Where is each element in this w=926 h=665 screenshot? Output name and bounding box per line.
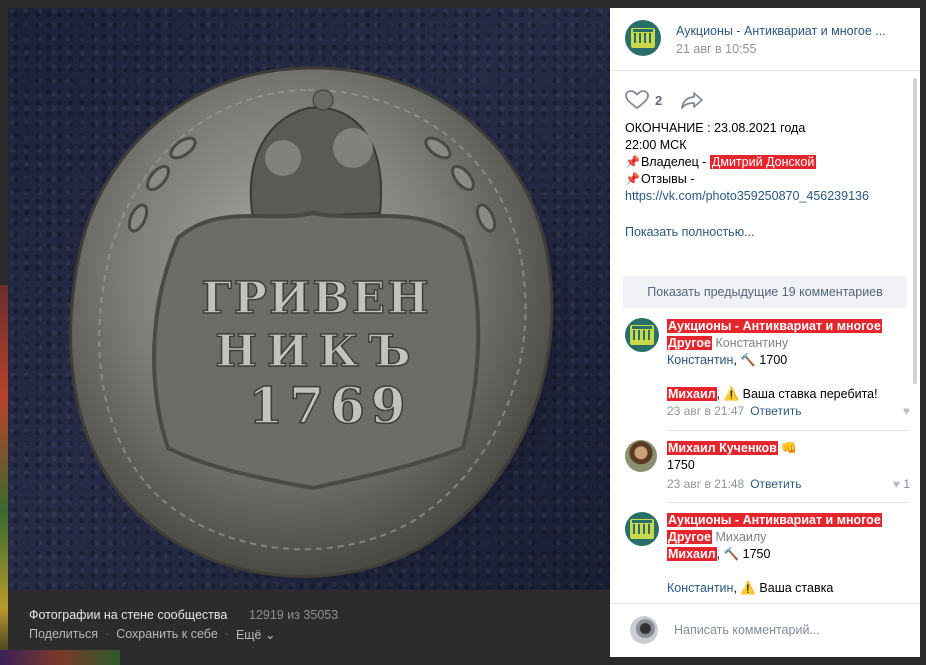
separator-dot: · <box>105 627 110 641</box>
more-label: Ещё <box>235 628 262 642</box>
comment-text: , 🔨 1750 <box>716 547 771 561</box>
photo-viewer: ГРИВЕН НИКЪ 1769 Фотографии на стене соо… <box>0 0 926 665</box>
post-line: ОКОНЧАНИЕ : 23.08.2021 года <box>625 121 806 135</box>
reviews-link[interactable]: https://vk.com/photo359250870_456239136 <box>625 188 910 205</box>
owner-name-link[interactable]: Дмитрий Донской <box>709 155 817 169</box>
reply-to[interactable]: Константину <box>712 336 788 350</box>
post-date[interactable]: 21 авг в 10:55 <box>676 42 756 56</box>
comment-text: , ⚠️ Ваша ставка <box>733 581 834 595</box>
comment-author[interactable]: Аукционы - Антиквариат и многое <box>667 319 882 333</box>
like-indicator[interactable]: ♥ 1 <box>893 477 910 491</box>
owner-line: 📌Владелец - Дмитрий Донской <box>625 154 910 171</box>
post-panel: Аукционы - Антиквариат и многое ... 21 а… <box>610 8 920 657</box>
photo-area[interactable]: ГРИВЕН НИКЪ 1769 <box>8 8 610 590</box>
coin-text-line2: НИКЪ <box>215 326 420 377</box>
heart-icon[interactable]: ♥ <box>903 404 910 418</box>
comment-meta: 23 авг в 21:48 Ответить <box>667 476 910 493</box>
mention-link[interactable]: Константин <box>667 581 733 595</box>
commenter-avatar[interactable] <box>625 318 659 352</box>
chevron-down-icon: ⌄ <box>265 628 276 642</box>
reply-button[interactable]: Ответить <box>750 404 801 418</box>
comment-composer: Написать комментарий... <box>610 603 920 657</box>
comment-author-cont[interactable]: Другое <box>667 530 712 544</box>
mention-link[interactable]: Константин <box>667 353 733 367</box>
owner-label: Владелец - <box>640 155 710 169</box>
divider <box>667 430 910 431</box>
group-avatar[interactable] <box>625 20 661 56</box>
comment-body: Михаил, ⚠️ Ваша ставка перебита! 23 авг … <box>667 386 910 420</box>
share-button[interactable]: Поделиться <box>29 627 98 642</box>
photo-counter: 12919 из 35053 <box>249 608 339 622</box>
show-previous-comments-button[interactable]: Показать предыдущие 19 комментариев <box>623 276 907 308</box>
heart-icon[interactable] <box>625 90 649 110</box>
save-button[interactable]: Сохранить к себе <box>116 627 218 642</box>
mention-link[interactable]: Михаил <box>667 547 717 561</box>
show-full-link[interactable]: Показать полностью... <box>625 225 755 239</box>
comment-body: Аукционы - Антиквариат и многое Другое М… <box>667 512 910 563</box>
coin-text-line3: 1769 <box>248 376 411 435</box>
fist-emoji: 👊 <box>777 441 797 455</box>
like-count: 2 <box>655 92 663 108</box>
share-icon[interactable] <box>680 90 704 110</box>
post-text: ОКОНЧАНИЕ : 23.08.2021 года 22:00 МСК 📌В… <box>625 120 910 205</box>
comment: Михаил, ⚠️ Ваша ставка перебита! 23 авг … <box>625 386 910 422</box>
comment-date[interactable]: 23 авг в 21:48 <box>667 477 744 491</box>
comment: Аукционы - Антиквариат и многое Другое К… <box>625 318 910 378</box>
user-avatar[interactable] <box>630 616 658 644</box>
comment-body: Михаил Кученков 👊 1750 23 авг в 21:48 Отв… <box>667 440 910 493</box>
pushpin-icon: 📌 <box>625 172 640 186</box>
heart-icon: ♥ <box>892 477 900 491</box>
comment-text: , ⚠️ Ваша ставка перебита! <box>716 387 878 401</box>
comment-meta: 23 авг в 21:47 Ответить <box>667 403 910 420</box>
commenter-avatar[interactable] <box>625 440 657 472</box>
comment-date[interactable]: 23 авг в 21:47 <box>667 404 744 418</box>
separator-dot: · <box>224 627 229 641</box>
reviews-label: Отзывы - <box>640 172 695 186</box>
comment-author[interactable]: Михаил Кученков <box>667 441 778 455</box>
coin-text-line1: ГРИВЕН <box>201 273 430 324</box>
comment: Михаил Кученков 👊 1750 23 авг в 21:48 Отв… <box>625 440 910 492</box>
comment: Константин, ⚠️ Ваша ставка <box>625 580 910 600</box>
comment-body: Константин, ⚠️ Ваша ставка <box>667 580 910 597</box>
comment-author[interactable]: Аукционы - Антиквариат и многое <box>667 513 882 527</box>
background-page-strip <box>0 285 8 665</box>
reply-to[interactable]: Михаилу <box>712 530 766 544</box>
group-name-link[interactable]: Аукционы - Антиквариат и многое ... <box>676 24 906 38</box>
scrollbar[interactable] <box>913 78 917 384</box>
comment: Аукционы - Антиквариат и многое Другое М… <box>625 512 910 572</box>
commenter-avatar[interactable] <box>625 512 659 546</box>
comment-text: , 🔨 1700 <box>733 353 788 367</box>
comment-like-count: 1 <box>903 477 910 491</box>
post-header: Аукционы - Антиквариат и многое ... 21 а… <box>610 8 920 71</box>
pushpin-icon: 📌 <box>625 155 640 169</box>
post-line: 22:00 МСК <box>625 138 687 152</box>
comment-body: Аукционы - Антиквариат и многое Другое К… <box>667 318 910 369</box>
divider <box>667 502 910 503</box>
comment-author-cont[interactable]: Другое <box>667 336 712 350</box>
comment-text: 1750 <box>667 458 695 472</box>
mention-link[interactable]: Михаил <box>667 387 717 401</box>
likes-row: 2 <box>625 90 704 110</box>
coin-image: ГРИВЕН НИКЪ 1769 <box>65 64 575 588</box>
comment-input[interactable]: Написать комментарий... <box>674 623 820 637</box>
photo-album-title[interactable]: Фотографии на стене сообщества <box>29 608 227 622</box>
reply-button[interactable]: Ответить <box>750 477 801 491</box>
more-button[interactable]: Ещё ⌄ <box>236 627 276 642</box>
background-thumbnail <box>0 650 120 665</box>
reviews-line: 📌Отзывы - <box>625 171 910 188</box>
photo-actions: Поделиться · Сохранить к себе · Ещё ⌄ <box>29 627 275 642</box>
